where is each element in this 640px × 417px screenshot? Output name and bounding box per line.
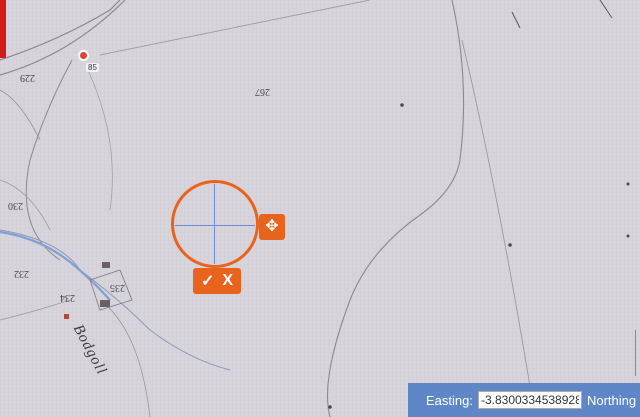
marker-action-bar: ✓ X	[193, 268, 241, 294]
parcel-number: 267	[255, 86, 270, 97]
move-icon[interactable]: ✥	[259, 214, 285, 240]
northing-label: Northing	[586, 392, 637, 408]
pin-label: 85	[86, 63, 99, 72]
confirm-icon[interactable]: ✓	[201, 271, 214, 291]
parcel-number: 235	[110, 282, 125, 293]
parcel-number: 229	[20, 72, 35, 83]
map-canvas[interactable]: 229 267 230 232 234 235 Bodgoll 85 ✥ ✓ X…	[0, 0, 640, 417]
easting-label: Easting:	[426, 392, 473, 408]
cancel-icon[interactable]: X	[222, 272, 233, 290]
red-edge-tab	[0, 0, 6, 58]
crosshair-horizontal	[175, 225, 255, 226]
crosshair-vertical	[214, 184, 215, 264]
parcel-number: 234	[60, 292, 75, 303]
parcel-number: 230	[8, 200, 23, 211]
coordinate-panel: Easting: Northing	[408, 383, 640, 417]
location-pin-icon[interactable]	[78, 50, 89, 61]
parcel-number: 232	[14, 268, 29, 279]
edge-marker	[635, 330, 640, 376]
target-circle[interactable]	[171, 180, 259, 268]
easting-input[interactable]	[477, 391, 582, 409]
